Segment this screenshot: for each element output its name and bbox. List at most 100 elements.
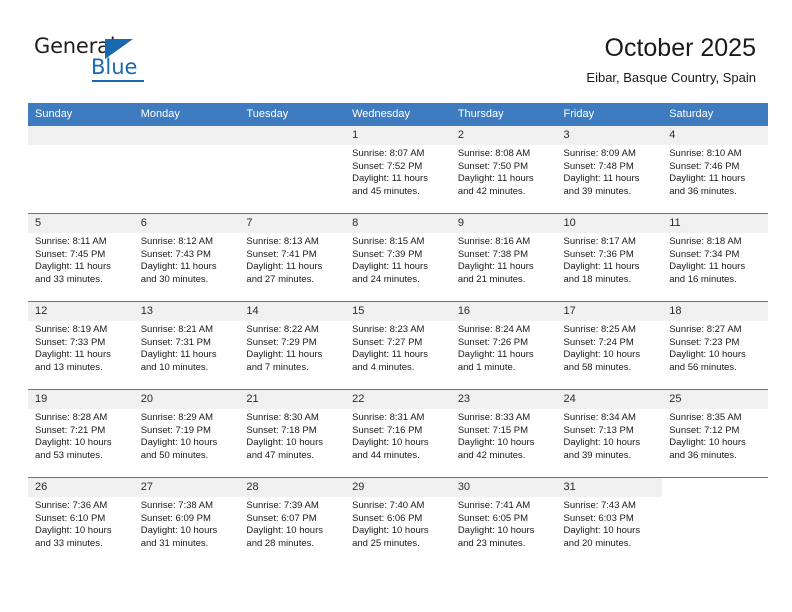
calendar-day-cell[interactable]: 31 Sunrise: 7:43 AM Sunset: 6:03 PM Dayligh… bbox=[556, 477, 663, 565]
general-blue-logo: General Blue bbox=[34, 35, 164, 83]
calendar-day-cell[interactable]: 4 Sunrise: 8:10 AM Sunset: 7:46 PM Daylight… bbox=[662, 125, 768, 214]
day-details: Sunrise: 8:19 AM Sunset: 7:33 PM Daylight:… bbox=[28, 321, 134, 374]
sunset-text: Sunset: 7:48 PM bbox=[563, 160, 634, 172]
calendar-day-cell[interactable]: 18 Sunrise: 8:27 AM Sunset: 7:23 PM Dayligh… bbox=[662, 301, 768, 390]
calendar-day-cell[interactable]: 28 Sunrise: 7:39 AM Sunset: 6:07 PM Dayligh… bbox=[239, 477, 346, 565]
sunset-text: Sunset: 7:33 PM bbox=[35, 336, 106, 348]
day-details: Sunrise: 8:15 AM Sunset: 7:39 PM Daylight:… bbox=[345, 233, 451, 286]
sunrise-text: Sunrise: 8:29 AM bbox=[140, 412, 214, 423]
day-number: 26 bbox=[28, 478, 134, 497]
sunset-text: Sunset: 7:24 PM bbox=[563, 336, 634, 348]
logo-underline bbox=[92, 80, 144, 82]
sunrise-text: Sunrise: 8:35 AM bbox=[669, 412, 742, 423]
sunset-text: Sunset: 7:23 PM bbox=[669, 336, 740, 348]
day-details: Sunrise: 8:25 AM Sunset: 7:24 PM Daylight:… bbox=[557, 321, 663, 374]
day-number: 25 bbox=[662, 390, 768, 409]
weekday-header-wednesday: Wednesday bbox=[345, 103, 451, 126]
calendar-body: 1 Sunrise: 8:07 AM Sunset: 7:52 PM Daylight… bbox=[28, 125, 768, 565]
calendar-day-cell[interactable]: 23 Sunrise: 8:33 AM Sunset: 7:15 PM Dayligh… bbox=[450, 389, 557, 478]
calendar-day-cell[interactable]: 9 Sunrise: 8:16 AM Sunset: 7:38 PM Daylight… bbox=[450, 213, 557, 302]
day-number: 8 bbox=[345, 214, 451, 233]
day-number: 18 bbox=[662, 302, 768, 321]
calendar-day-cell[interactable]: 24 Sunrise: 8:34 AM Sunset: 7:13 PM Dayligh… bbox=[556, 389, 663, 478]
day-number: 24 bbox=[556, 390, 663, 409]
daylight-text: Daylight: 11 hours and 13 minutes. bbox=[35, 349, 111, 373]
day-details: Sunrise: 7:43 AM Sunset: 6:03 PM Daylight:… bbox=[557, 497, 663, 550]
sunset-text: Sunset: 7:45 PM bbox=[35, 248, 106, 260]
day-details: Sunrise: 8:27 AM Sunset: 7:23 PM Daylight:… bbox=[662, 321, 768, 374]
sunrise-text: Sunrise: 8:28 AM bbox=[35, 412, 108, 423]
calendar-empty-cell bbox=[28, 125, 134, 214]
calendar-day-cell[interactable]: 1 Sunrise: 8:07 AM Sunset: 7:52 PM Daylight… bbox=[345, 125, 451, 214]
sunset-text: Sunset: 7:21 PM bbox=[35, 424, 106, 436]
day-number: 29 bbox=[345, 478, 451, 497]
weekday-header-thursday: Thursday bbox=[450, 103, 557, 126]
day-number: 2 bbox=[450, 126, 557, 145]
weekday-header-row: Sunday Monday Tuesday Wednesday Thursday… bbox=[28, 103, 768, 126]
sunrise-text: Sunrise: 7:41 AM bbox=[457, 500, 531, 511]
day-details: Sunrise: 8:07 AM Sunset: 7:52 PM Daylight:… bbox=[345, 145, 451, 198]
day-number: 19 bbox=[28, 390, 134, 409]
calendar-day-cell[interactable]: 29 Sunrise: 7:40 AM Sunset: 6:06 PM Dayligh… bbox=[345, 477, 451, 565]
sunset-text: Sunset: 7:18 PM bbox=[246, 424, 317, 436]
calendar-day-cell[interactable]: 16 Sunrise: 8:24 AM Sunset: 7:26 PM Dayligh… bbox=[450, 301, 557, 390]
day-number bbox=[28, 126, 134, 145]
calendar-day-cell[interactable]: 7 Sunrise: 8:13 AM Sunset: 7:41 PM Daylight… bbox=[239, 213, 346, 302]
sunset-text: Sunset: 7:29 PM bbox=[246, 336, 317, 348]
sunrise-text: Sunrise: 8:25 AM bbox=[563, 324, 636, 335]
calendar-day-cell[interactable]: 12 Sunrise: 8:19 AM Sunset: 7:33 PM Dayligh… bbox=[28, 301, 134, 390]
calendar-empty-cell bbox=[239, 125, 346, 214]
sunrise-text: Sunrise: 8:17 AM bbox=[563, 236, 636, 247]
sunrise-text: Sunrise: 8:19 AM bbox=[35, 324, 108, 335]
day-details: Sunrise: 8:33 AM Sunset: 7:15 PM Daylight:… bbox=[451, 409, 557, 462]
daylight-text: Daylight: 10 hours and 33 minutes. bbox=[35, 525, 112, 549]
day-details: Sunrise: 8:12 AM Sunset: 7:43 PM Daylight:… bbox=[134, 233, 240, 286]
daylight-text: Daylight: 11 hours and 1 minute. bbox=[457, 349, 534, 373]
daylight-text: Daylight: 11 hours and 16 minutes. bbox=[669, 261, 746, 285]
day-details: Sunrise: 8:35 AM Sunset: 7:12 PM Daylight:… bbox=[662, 409, 768, 462]
day-number: 11 bbox=[662, 214, 768, 233]
calendar-day-cell[interactable]: 20 Sunrise: 8:29 AM Sunset: 7:19 PM Dayligh… bbox=[133, 389, 240, 478]
day-number bbox=[133, 126, 240, 145]
sunrise-text: Sunrise: 8:21 AM bbox=[140, 324, 214, 335]
calendar-day-cell[interactable]: 2 Sunrise: 8:08 AM Sunset: 7:50 PM Daylight… bbox=[450, 125, 557, 214]
title-block: October 2025 Eibar, Basque Country, Spai… bbox=[586, 33, 756, 87]
daylight-text: Daylight: 10 hours and 50 minutes. bbox=[140, 437, 218, 461]
calendar-day-cell[interactable]: 25 Sunrise: 8:35 AM Sunset: 7:12 PM Dayligh… bbox=[662, 389, 768, 478]
daylight-text: Daylight: 10 hours and 20 minutes. bbox=[563, 525, 641, 549]
calendar-day-cell[interactable]: 17 Sunrise: 8:25 AM Sunset: 7:24 PM Dayligh… bbox=[556, 301, 663, 390]
calendar-day-cell[interactable]: 27 Sunrise: 7:38 AM Sunset: 6:09 PM Dayligh… bbox=[133, 477, 240, 565]
sunset-text: Sunset: 6:09 PM bbox=[140, 512, 211, 524]
calendar-week-row: 26 Sunrise: 7:36 AM Sunset: 6:10 PM Dayligh… bbox=[28, 477, 768, 565]
calendar-day-cell[interactable]: 3 Sunrise: 8:09 AM Sunset: 7:48 PM Daylight… bbox=[556, 125, 663, 214]
calendar-day-cell[interactable]: 30 Sunrise: 7:41 AM Sunset: 6:05 PM Dayligh… bbox=[450, 477, 557, 565]
calendar-day-cell[interactable]: 13 Sunrise: 8:21 AM Sunset: 7:31 PM Dayligh… bbox=[133, 301, 240, 390]
daylight-text: Daylight: 11 hours and 10 minutes. bbox=[140, 349, 217, 373]
sunrise-text: Sunrise: 8:23 AM bbox=[352, 324, 425, 335]
calendar-day-cell[interactable]: 15 Sunrise: 8:23 AM Sunset: 7:27 PM Dayligh… bbox=[345, 301, 451, 390]
sunset-text: Sunset: 6:06 PM bbox=[352, 512, 423, 524]
day-number: 16 bbox=[450, 302, 557, 321]
day-details: Sunrise: 8:16 AM Sunset: 7:38 PM Daylight:… bbox=[451, 233, 557, 286]
day-number: 1 bbox=[345, 126, 451, 145]
calendar-day-cell[interactable]: 19 Sunrise: 8:28 AM Sunset: 7:21 PM Dayligh… bbox=[28, 389, 134, 478]
sunset-text: Sunset: 7:27 PM bbox=[352, 336, 423, 348]
sunrise-text: Sunrise: 8:24 AM bbox=[457, 324, 531, 335]
calendar-day-cell[interactable]: 26 Sunrise: 7:36 AM Sunset: 6:10 PM Dayligh… bbox=[28, 477, 134, 565]
sunrise-text: Sunrise: 7:36 AM bbox=[35, 500, 108, 511]
calendar-day-cell[interactable]: 5 Sunrise: 8:11 AM Sunset: 7:45 PM Daylight… bbox=[28, 213, 134, 302]
day-number: 31 bbox=[556, 478, 663, 497]
calendar-day-cell[interactable]: 14 Sunrise: 8:22 AM Sunset: 7:29 PM Dayligh… bbox=[239, 301, 346, 390]
day-details: Sunrise: 8:09 AM Sunset: 7:48 PM Daylight:… bbox=[557, 145, 663, 198]
calendar-day-cell[interactable]: 22 Sunrise: 8:31 AM Sunset: 7:16 PM Dayligh… bbox=[345, 389, 451, 478]
calendar-day-cell[interactable]: 8 Sunrise: 8:15 AM Sunset: 7:39 PM Daylight… bbox=[345, 213, 451, 302]
calendar-day-cell[interactable]: 21 Sunrise: 8:30 AM Sunset: 7:18 PM Dayligh… bbox=[239, 389, 346, 478]
calendar-empty-cell bbox=[133, 125, 240, 214]
calendar-day-cell[interactable]: 6 Sunrise: 8:12 AM Sunset: 7:43 PM Daylight… bbox=[133, 213, 240, 302]
calendar-day-cell[interactable]: 10 Sunrise: 8:17 AM Sunset: 7:36 PM Dayligh… bbox=[556, 213, 663, 302]
sunset-text: Sunset: 7:15 PM bbox=[457, 424, 529, 436]
sunrise-text: Sunrise: 8:22 AM bbox=[246, 324, 319, 335]
sunset-text: Sunset: 7:26 PM bbox=[457, 336, 529, 348]
sunrise-text: Sunrise: 8:11 AM bbox=[35, 236, 107, 247]
calendar-day-cell[interactable]: 11 Sunrise: 8:18 AM Sunset: 7:34 PM Dayligh… bbox=[662, 213, 768, 302]
